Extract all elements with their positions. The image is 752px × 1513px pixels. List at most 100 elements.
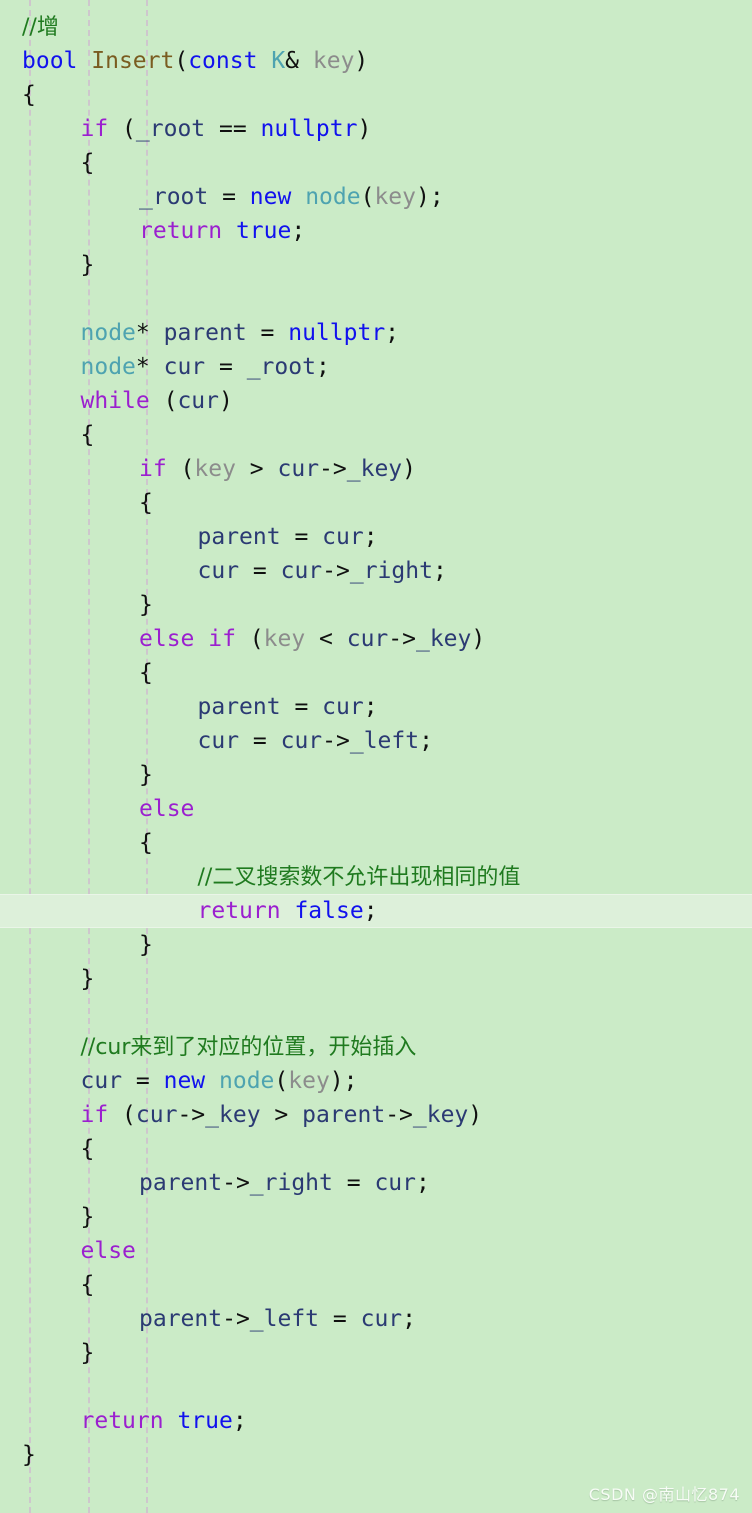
token-var: _key — [205, 1102, 261, 1128]
code-line[interactable]: if (key > cur->_key) — [0, 452, 752, 486]
token-plain: ( — [149, 388, 178, 414]
token-var: parent — [302, 1102, 386, 1128]
token-plain: ( — [235, 626, 264, 652]
token-plain: ; — [415, 1170, 430, 1196]
code-line[interactable]: //二叉搜索数不允许出现相同的值 — [0, 860, 752, 894]
token-param: key — [374, 184, 416, 210]
token-cmt: //cur来到了对应的位置，开始插入 — [80, 1035, 417, 1060]
token-plain: ( — [166, 456, 195, 482]
token-plain: { — [80, 1136, 95, 1162]
token-var: cur — [163, 354, 206, 380]
code-line[interactable]: parent->_right = cur; — [0, 1166, 752, 1200]
code-line[interactable] — [0, 282, 752, 316]
code-line-current[interactable]: return false; — [0, 894, 752, 928]
code-line[interactable]: { — [0, 656, 752, 690]
code-line[interactable] — [0, 1370, 752, 1404]
token-cls: K — [271, 48, 286, 74]
code-line[interactable]: } — [0, 928, 752, 962]
code-line[interactable]: { — [0, 146, 752, 180]
code-line[interactable]: { — [0, 486, 752, 520]
token-plain: = — [122, 1068, 164, 1094]
token-plain: { — [80, 1272, 95, 1298]
code-line[interactable]: } — [0, 758, 752, 792]
token-var: cur — [322, 524, 364, 550]
token-var: cur — [135, 1102, 178, 1128]
code-line[interactable]: } — [0, 1336, 752, 1370]
code-line[interactable] — [0, 996, 752, 1030]
code-line[interactable]: node* parent = nullptr; — [0, 316, 752, 350]
token-plain: = — [208, 184, 250, 210]
code-line[interactable]: else — [0, 1234, 752, 1268]
token-plain: ) — [354, 48, 369, 74]
token-var: cur — [280, 728, 323, 754]
token-plain: } — [139, 932, 153, 958]
token-plain: ) — [402, 456, 416, 482]
code-line[interactable]: } — [0, 1438, 752, 1472]
token-plain: } — [80, 252, 95, 278]
code-editor-content[interactable]: //增 bool Insert(const K& key){if (_root =… — [0, 0, 752, 1472]
token-plain: -> — [177, 1102, 206, 1128]
code-line[interactable]: parent = cur; — [0, 690, 752, 724]
token-plain: ( — [174, 48, 189, 74]
token-var: _key — [346, 456, 403, 482]
token-plain: ; — [402, 1306, 416, 1332]
code-line[interactable]: return true; — [0, 1404, 752, 1438]
token-var: cur — [197, 558, 240, 584]
code-line[interactable]: { — [0, 78, 752, 112]
token-var: _root — [139, 184, 209, 210]
token-type: nullptr — [288, 320, 386, 346]
token-param: key — [263, 626, 306, 652]
csdn-watermark: CSDN @南山忆874 — [588, 1485, 740, 1504]
token-kw: if — [80, 1102, 109, 1128]
code-line[interactable]: } — [0, 1200, 752, 1234]
code-line[interactable]: cur = new node(key); — [0, 1064, 752, 1098]
code-line[interactable]: while (cur) — [0, 384, 752, 418]
code-line[interactable]: { — [0, 1268, 752, 1302]
token-plain: ( — [108, 1102, 136, 1128]
code-line[interactable]: parent = cur; — [0, 520, 752, 554]
code-line[interactable]: bool Insert(const K& key) — [0, 44, 752, 78]
code-line[interactable]: if (cur->_key > parent->_key) — [0, 1098, 752, 1132]
code-line[interactable]: cur = cur->_left; — [0, 724, 752, 758]
code-line[interactable]: if (_root == nullptr) — [0, 112, 752, 146]
code-line[interactable]: return true; — [0, 214, 752, 248]
token-plain: ) — [357, 116, 372, 142]
token-plain: > — [260, 1102, 303, 1128]
token-plain: { — [80, 422, 95, 448]
code-line[interactable]: { — [0, 826, 752, 860]
code-line[interactable]: node* cur = _root; — [0, 350, 752, 384]
token-plain: = — [205, 354, 247, 380]
code-line[interactable]: else if (key < cur->_key) — [0, 622, 752, 656]
code-line[interactable]: parent->_left = cur; — [0, 1302, 752, 1336]
token-cls: node — [80, 320, 136, 346]
token-kw: return — [139, 218, 223, 244]
token-var: parent — [197, 694, 281, 720]
code-line[interactable]: { — [0, 418, 752, 452]
token-param: key — [194, 456, 236, 482]
code-line[interactable]: { — [0, 1132, 752, 1166]
token-plain: } — [22, 1442, 36, 1468]
code-line[interactable]: cur = cur->_right; — [0, 554, 752, 588]
code-line[interactable]: //cur来到了对应的位置，开始插入 — [0, 1030, 752, 1064]
token-plain: = — [239, 558, 281, 584]
code-line[interactable]: //增 — [0, 10, 752, 44]
code-line[interactable]: } — [0, 248, 752, 282]
token-plain: } — [80, 1204, 95, 1230]
token-plain: = — [239, 728, 281, 754]
code-line[interactable]: } — [0, 588, 752, 622]
token-plain: ; — [419, 728, 433, 754]
token-cls: node — [219, 1068, 275, 1094]
code-line[interactable]: } — [0, 962, 752, 996]
token-var: cur — [197, 728, 240, 754]
token-plain: -> — [322, 728, 350, 754]
code-line[interactable]: _root = new node(key); — [0, 180, 752, 214]
token-plain: ) — [468, 1102, 483, 1128]
code-line[interactable]: else — [0, 792, 752, 826]
token-var: parent — [163, 320, 247, 346]
token-plain: ); — [329, 1068, 358, 1094]
